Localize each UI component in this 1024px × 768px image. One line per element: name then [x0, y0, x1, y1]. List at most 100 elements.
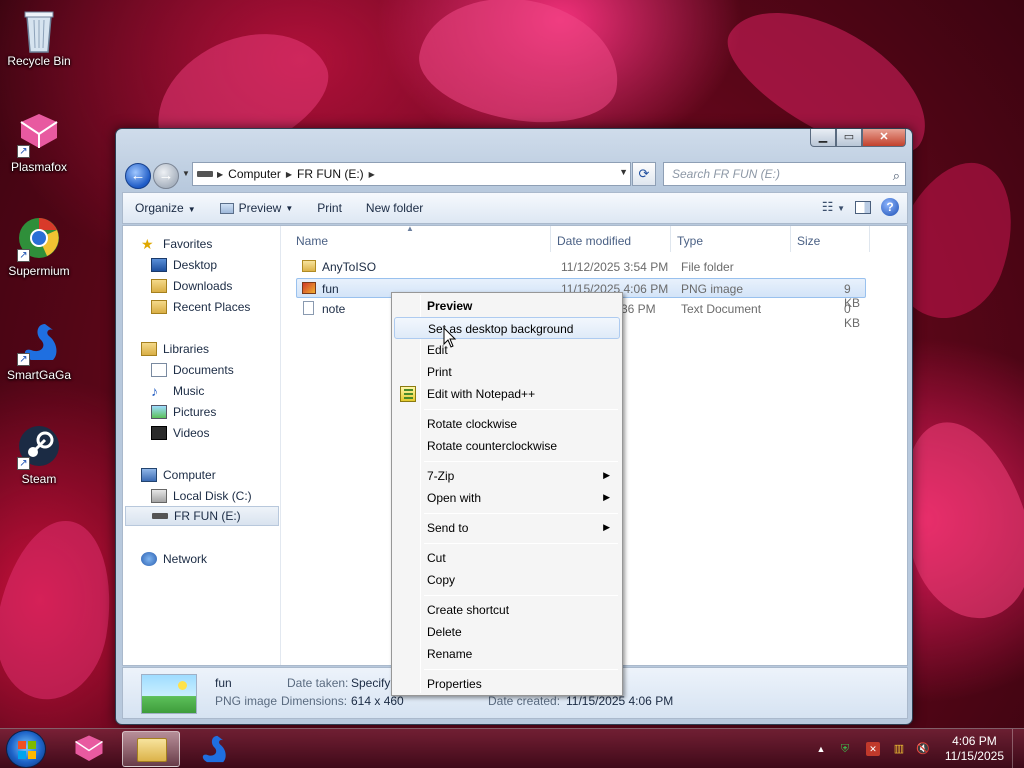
file-type: Text Document	[681, 302, 762, 316]
start-button[interactable]	[6, 730, 46, 768]
menu-item-print[interactable]: Print	[394, 361, 620, 383]
menu-label: Edit with Notepad++	[427, 387, 536, 401]
address-bar[interactable]: ▶ Computer ▶ FR FUN (E:) ▶ ▼	[192, 162, 631, 186]
show-hidden-icons-button[interactable]: ▲	[814, 742, 828, 756]
column-name[interactable]: Name	[296, 234, 328, 248]
menu-separator	[424, 513, 618, 514]
menu-item-delete[interactable]: Delete	[394, 621, 620, 643]
system-clock[interactable]: 4:06 PM 11/15/2025	[945, 734, 1004, 764]
menu-separator	[424, 543, 618, 544]
nav-recent-places[interactable]: Recent Places	[151, 297, 250, 317]
close-button[interactable]: ✕	[862, 129, 906, 147]
action-center-icon[interactable]: ✕	[866, 742, 880, 756]
volume-muted-icon[interactable]: 🔇	[916, 742, 930, 756]
back-button[interactable]: ←	[125, 163, 151, 189]
wallpaper-petal	[0, 511, 125, 709]
nav-downloads[interactable]: Downloads	[151, 276, 232, 296]
column-divider[interactable]	[790, 226, 791, 252]
desktop-icon-supermium[interactable]: ↗ Supermium	[4, 216, 74, 278]
menu-label: Copy	[427, 573, 456, 587]
sort-ascending-icon: ▲	[406, 224, 414, 233]
menu-label: Delete	[427, 625, 462, 639]
help-icon[interactable]: ?	[881, 198, 899, 216]
menu-item-edit[interactable]: Edit	[394, 339, 620, 361]
taskbar-plasmafox[interactable]	[60, 731, 118, 767]
refresh-button[interactable]: ⟳	[632, 162, 656, 186]
menu-item-rename[interactable]: Rename	[394, 643, 620, 665]
address-history-dropdown[interactable]: ▼	[619, 167, 628, 177]
column-type[interactable]: Type	[677, 234, 703, 248]
nav-pictures[interactable]: Pictures	[151, 402, 216, 422]
menu-item-preview[interactable]: Preview	[394, 295, 620, 317]
file-size: 0 KB	[844, 302, 861, 330]
file-type: File folder	[681, 260, 734, 274]
drive-icon	[197, 171, 213, 177]
taskbar-windows-explorer[interactable]	[122, 731, 180, 767]
file-name: note	[322, 302, 346, 316]
menu-item-7zip[interactable]: 7-Zip ▶	[394, 465, 620, 487]
desktop-icon-steam[interactable]: ↗ Steam	[4, 424, 74, 486]
maximize-button[interactable]: ▭	[836, 129, 862, 147]
print-button[interactable]: Print	[305, 201, 354, 215]
column-size[interactable]: Size	[797, 234, 820, 248]
nav-network[interactable]: Network	[141, 549, 207, 569]
menu-item-properties[interactable]: Properties	[394, 673, 620, 695]
menu-item-rotate-clockwise[interactable]: Rotate clockwise	[394, 413, 620, 435]
new-folder-button[interactable]: New folder	[354, 201, 435, 215]
minimize-button[interactable]: ▁	[810, 129, 836, 147]
nav-computer[interactable]: Computer	[141, 465, 216, 485]
desktop-icon-recycle-bin[interactable]: Recycle Bin	[4, 6, 74, 68]
recent-pages-dropdown[interactable]: ▼	[182, 169, 190, 178]
smartgaga-swan-icon: ↗	[17, 320, 61, 366]
menu-label: Create shortcut	[427, 603, 510, 617]
notepad-plus-plus-icon	[400, 386, 416, 402]
column-divider[interactable]	[550, 226, 551, 252]
taskbar-smartgaga[interactable]	[184, 731, 242, 767]
menu-item-send-to[interactable]: Send to ▶	[394, 517, 620, 539]
menu-item-edit-notepad-plus-plus[interactable]: Edit with Notepad++	[394, 383, 620, 405]
column-divider[interactable]	[869, 226, 870, 252]
breadcrumb-fr-fun[interactable]: FR FUN (E:)	[292, 167, 369, 181]
nav-favorites[interactable]: ★ Favorites	[141, 234, 212, 254]
menu-item-copy[interactable]: Copy	[394, 569, 620, 591]
desktop-icon-smartgaga[interactable]: ↗ SmartGaGa	[4, 320, 74, 382]
nav-local-disk[interactable]: Local Disk (C:)	[151, 486, 252, 506]
preview-button[interactable]: Preview ▼	[208, 201, 306, 215]
forward-button[interactable]: →	[153, 163, 179, 189]
column-date-modified[interactable]: Date modified	[557, 234, 631, 248]
change-view-icon[interactable]: ☷ ▼	[822, 199, 845, 215]
menu-item-set-desktop-background[interactable]: Set as desktop background	[394, 317, 620, 339]
tray-shield-icon[interactable]: ⛨	[838, 742, 852, 756]
menu-item-rotate-counterclockwise[interactable]: Rotate counterclockwise	[394, 435, 620, 457]
desktop-icon-label: Supermium	[8, 264, 70, 278]
show-desktop-button[interactable]	[1012, 729, 1024, 768]
network-status-icon[interactable]: ▥	[892, 742, 906, 756]
nav-music[interactable]: ♪ Music	[151, 381, 204, 401]
breadcrumb-arrow-icon[interactable]: ▶	[369, 170, 375, 179]
details-date-taken-value[interactable]: Specify	[351, 676, 390, 690]
preview-pane-icon[interactable]	[855, 200, 871, 214]
search-icon[interactable]: ⌕	[893, 165, 900, 187]
command-bar: Organize ▼ Preview ▼ Print New folder ☷ ▼ …	[122, 192, 908, 224]
nav-fr-fun[interactable]: FR FUN (E:)	[125, 506, 279, 526]
menu-item-cut[interactable]: Cut	[394, 547, 620, 569]
chevron-down-icon: ▼	[285, 203, 294, 213]
organize-button[interactable]: Organize ▼	[123, 201, 208, 215]
desktop-icon	[151, 258, 167, 272]
nav-label: Local Disk (C:)	[173, 489, 252, 503]
table-row[interactable]: AnyToISO 11/12/2025 3:54 PM File folder	[296, 257, 866, 277]
menu-label: Print	[427, 365, 452, 379]
column-divider[interactable]	[670, 226, 671, 252]
nav-documents[interactable]: Documents	[151, 360, 234, 380]
shortcut-arrow-icon: ↗	[17, 249, 30, 262]
nav-videos[interactable]: Videos	[151, 423, 209, 443]
menu-item-create-shortcut[interactable]: Create shortcut	[394, 599, 620, 621]
breadcrumb-computer[interactable]: Computer	[223, 167, 286, 181]
nav-desktop[interactable]: Desktop	[151, 255, 217, 275]
search-input[interactable]: Search FR FUN (E:) ⌕	[663, 162, 906, 186]
nav-libraries[interactable]: Libraries	[141, 339, 209, 359]
desktop-icon-plasmafox[interactable]: ↗ Plasmafox	[4, 112, 74, 174]
pictures-icon	[151, 405, 167, 419]
navigation-pane: ★ Favorites Desktop Downloads Recent Pla…	[123, 226, 281, 665]
menu-item-open-with[interactable]: Open with ▶	[394, 487, 620, 509]
